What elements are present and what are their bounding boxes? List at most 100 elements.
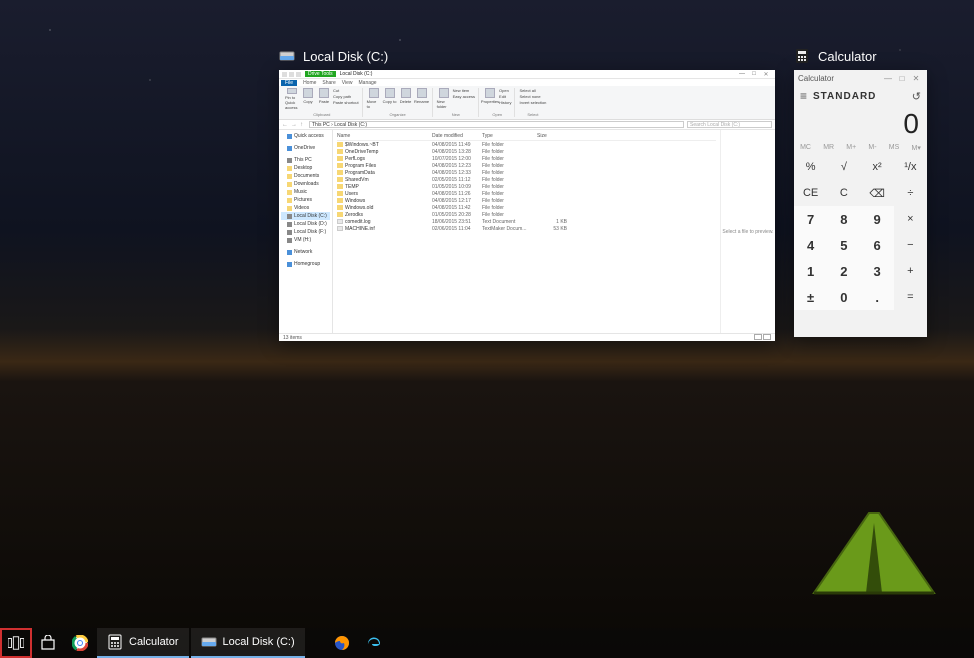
tab-view[interactable]: View — [342, 80, 353, 86]
calc-key[interactable]: 4 — [794, 232, 827, 258]
file-row[interactable]: Zerodks01/05/2015 20:28File folder — [337, 211, 716, 218]
calc-key[interactable]: 5 — [827, 232, 860, 258]
store-button[interactable] — [32, 628, 64, 658]
edge-button[interactable] — [358, 628, 390, 658]
copy-button[interactable]: Copy — [301, 88, 315, 110]
calc-key[interactable]: 2 — [827, 258, 860, 284]
tab-file[interactable]: File — [281, 80, 297, 86]
delete-button[interactable]: Delete — [399, 88, 413, 110]
column-header[interactable]: Date modified — [432, 133, 482, 139]
nav-item[interactable]: Documents — [281, 172, 330, 180]
calc-mem-button[interactable]: MR — [823, 144, 834, 152]
calc-titlebar[interactable]: Calculator — □ ✕ — [794, 70, 927, 86]
nav-item[interactable]: VM (H:) — [281, 236, 330, 244]
up-button[interactable]: ↑ — [300, 122, 303, 128]
file-row[interactable]: OneDriveTemp04/08/2015 13:28File folder — [337, 148, 716, 155]
chrome-button[interactable] — [64, 628, 96, 658]
column-headers[interactable]: NameDate modifiedTypeSize — [337, 132, 716, 141]
properties-button[interactable]: Properties — [483, 88, 497, 110]
moveto-button[interactable]: Move to — [367, 88, 381, 110]
taskbar-app-calculator[interactable]: Calculator — [97, 628, 189, 658]
file-row[interactable]: Program Files04/08/2015 12:23File folder — [337, 162, 716, 169]
nav-item[interactable]: Videos — [281, 204, 330, 212]
taskview-window-calculator[interactable]: Calculator — □ ✕ ≡ STANDARD ↺ 0 MCMRM+M-… — [794, 70, 927, 337]
calc-key[interactable]: 0 — [827, 284, 860, 310]
calc-mem-button[interactable]: M+ — [846, 144, 856, 152]
minimize-button[interactable]: — — [736, 71, 748, 78]
maximize-button[interactable]: □ — [748, 71, 760, 78]
minimize-button[interactable]: — — [881, 74, 895, 83]
easyaccess-button[interactable]: Easy access — [453, 94, 475, 100]
calc-mem-button[interactable]: M▾ — [911, 144, 920, 152]
calc-key[interactable]: CE — [794, 180, 827, 206]
address-bar[interactable]: This PC › Local Disk (C:) — [309, 121, 684, 128]
pin-button[interactable]: Pin to Quick access — [285, 88, 299, 110]
calc-key[interactable]: . — [861, 284, 894, 310]
nav-item[interactable]: Local Disk (F:) — [281, 228, 330, 236]
calc-mem-button[interactable]: MC — [800, 144, 811, 152]
file-row[interactable]: Users04/08/2015 11:26File folder — [337, 190, 716, 197]
nav-item[interactable]: Quick access — [281, 132, 330, 140]
nav-item[interactable]: OneDrive — [281, 144, 330, 152]
file-row[interactable]: Windows.old04/08/2015 11:42File folder — [337, 204, 716, 211]
back-button[interactable]: ← — [282, 122, 288, 128]
calc-key[interactable]: ¹/x — [894, 154, 927, 180]
file-list[interactable]: NameDate modifiedTypeSize $Windows.~BT04… — [333, 130, 720, 333]
calc-key[interactable]: x² — [861, 154, 894, 180]
view-switcher[interactable] — [753, 334, 771, 342]
search-input[interactable]: Search Local Disk (C:) — [687, 121, 772, 128]
tab-home[interactable]: Home — [303, 80, 316, 86]
close-button[interactable]: ✕ — [760, 71, 772, 78]
rename-button[interactable]: Rename — [415, 88, 429, 110]
paste-shortcut-button[interactable]: Paste shortcut — [333, 100, 359, 106]
calc-key[interactable]: C — [827, 180, 860, 206]
nav-item[interactable]: Homegroup — [281, 260, 330, 268]
calc-key[interactable]: × — [894, 206, 927, 232]
nav-item[interactable]: This PC — [281, 156, 330, 164]
taskview-button[interactable] — [0, 628, 32, 658]
nav-item[interactable]: Local Disk (C:) — [281, 212, 330, 220]
history-icon[interactable]: ↺ — [912, 90, 921, 103]
file-row[interactable]: PerfLogs10/07/2015 12:00File folder — [337, 155, 716, 162]
newfolder-button[interactable]: New folder — [437, 88, 451, 110]
close-button[interactable]: ✕ — [909, 74, 923, 83]
calc-mem-button[interactable]: M- — [868, 144, 876, 152]
calc-key[interactable]: ⌫ — [861, 180, 894, 206]
nav-item[interactable]: Local Disk (D:) — [281, 220, 330, 228]
hamburger-icon[interactable]: ≡ — [800, 89, 807, 103]
calc-key[interactable]: 3 — [861, 258, 894, 284]
calc-key[interactable]: 9 — [861, 206, 894, 232]
taskbar-app-explorer[interactable]: Local Disk (C:) — [191, 628, 305, 658]
calc-key[interactable]: ± — [794, 284, 827, 310]
file-row[interactable]: Windows04/08/2015 12:17File folder — [337, 197, 716, 204]
column-header[interactable]: Size — [537, 133, 567, 139]
column-header[interactable]: Name — [337, 133, 432, 139]
nav-item[interactable]: Downloads — [281, 180, 330, 188]
file-row[interactable]: TEMP01/05/2015 10:09File folder — [337, 183, 716, 190]
maximize-button[interactable]: □ — [895, 74, 909, 83]
nav-item[interactable]: Pictures — [281, 196, 330, 204]
calc-key[interactable]: ÷ — [894, 180, 927, 206]
taskview-window-explorer[interactable]: Drive Tools Local Disk (C:) — □ ✕ File H… — [279, 70, 775, 341]
file-row[interactable]: ProgramData04/08/2015 12:33File folder — [337, 169, 716, 176]
file-row[interactable]: $Windows.~BT04/08/2015 11:49File folder — [337, 141, 716, 148]
calc-key[interactable]: 6 — [861, 232, 894, 258]
nav-item[interactable]: Music — [281, 188, 330, 196]
nav-item[interactable]: Desktop — [281, 164, 330, 172]
calc-key[interactable]: = — [894, 284, 927, 310]
firefox-button[interactable] — [326, 628, 358, 658]
calc-key[interactable]: 8 — [827, 206, 860, 232]
copyto-button[interactable]: Copy to — [383, 88, 397, 110]
calc-key[interactable]: 7 — [794, 206, 827, 232]
calc-key[interactable]: 1 — [794, 258, 827, 284]
invert-button[interactable]: Invert selection — [519, 100, 546, 106]
calc-key[interactable]: + — [894, 258, 927, 284]
column-header[interactable]: Type — [482, 133, 537, 139]
explorer-titlebar[interactable]: Drive Tools Local Disk (C:) — □ ✕ — [279, 70, 775, 79]
nav-item[interactable]: Network — [281, 248, 330, 256]
file-row[interactable]: MACHINE.inf02/06/2015 11:04TextMaker Doc… — [337, 225, 716, 232]
calc-key[interactable]: √ — [827, 154, 860, 180]
tab-share[interactable]: Share — [322, 80, 335, 86]
nav-pane[interactable]: Quick access OneDrive This PCDesktopDocume… — [279, 130, 333, 333]
file-row[interactable]: comedit.log18/06/2015 23:51Text Document… — [337, 218, 716, 225]
